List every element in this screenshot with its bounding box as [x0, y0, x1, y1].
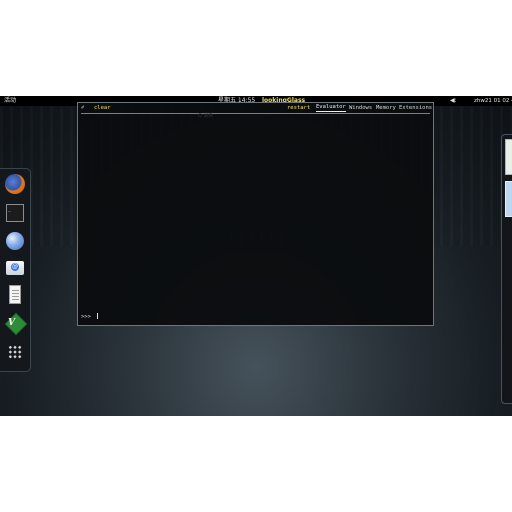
- toolbar-divider: [81, 113, 430, 114]
- clear-button[interactable]: clear: [94, 103, 111, 113]
- show-applications-button[interactable]: [4, 341, 26, 363]
- document-line: [12, 299, 19, 300]
- workspace-thumbnail[interactable]: [505, 139, 512, 175]
- app-grid-icon: [8, 345, 22, 359]
- mail-at-glyph: @: [11, 263, 19, 271]
- desktop: 活动 星期五 14:55 lookingGlass ◀: zhw21 01 02…: [0, 96, 512, 416]
- dash: _ @ V: [0, 168, 31, 372]
- document-line: [12, 290, 19, 291]
- tab-memory[interactable]: Memory: [376, 103, 396, 113]
- looking-glass-toolbar: ✐ clear restart Evaluator Windows Memory…: [78, 103, 433, 113]
- dash-item-browser[interactable]: [4, 230, 26, 252]
- dash-item-firefox[interactable]: [4, 173, 26, 195]
- dash-item-vim[interactable]: V: [4, 312, 28, 336]
- firefox-icon: [5, 174, 25, 194]
- text-cursor: [97, 313, 99, 319]
- dash-item-mail[interactable]: @: [4, 257, 26, 279]
- terminal-icon: _: [6, 204, 24, 222]
- dash-item-documents[interactable]: [4, 284, 26, 306]
- globe-icon: [6, 232, 24, 250]
- picker-icon[interactable]: ✐: [81, 103, 84, 113]
- tab-evaluator[interactable]: Evaluator: [316, 103, 346, 112]
- user-menu[interactable]: zhw21 01 02 4: [474, 96, 512, 106]
- workspace-thumbnail-active[interactable]: [505, 181, 512, 217]
- document-line: [12, 296, 19, 297]
- evaluator-prompt: >>>: [81, 314, 91, 320]
- tab-extensions[interactable]: Extensions: [399, 103, 432, 113]
- volume-icon[interactable]: ◀:: [450, 96, 457, 106]
- document-icon: [9, 285, 21, 304]
- search-overlay-hint: Q 最新: [198, 113, 214, 119]
- restart-button[interactable]: restart: [287, 103, 310, 113]
- looking-glass-window: ✐ clear restart Evaluator Windows Memory…: [77, 102, 434, 326]
- dash-item-terminal[interactable]: _: [4, 202, 26, 224]
- evaluator-input-line[interactable]: >>>: [81, 313, 99, 321]
- workspace-switcher: [501, 134, 512, 404]
- tab-windows[interactable]: Windows: [349, 103, 372, 113]
- document-line: [12, 293, 19, 294]
- activities-button[interactable]: 活动: [4, 96, 16, 106]
- vim-glyph: V: [8, 318, 15, 328]
